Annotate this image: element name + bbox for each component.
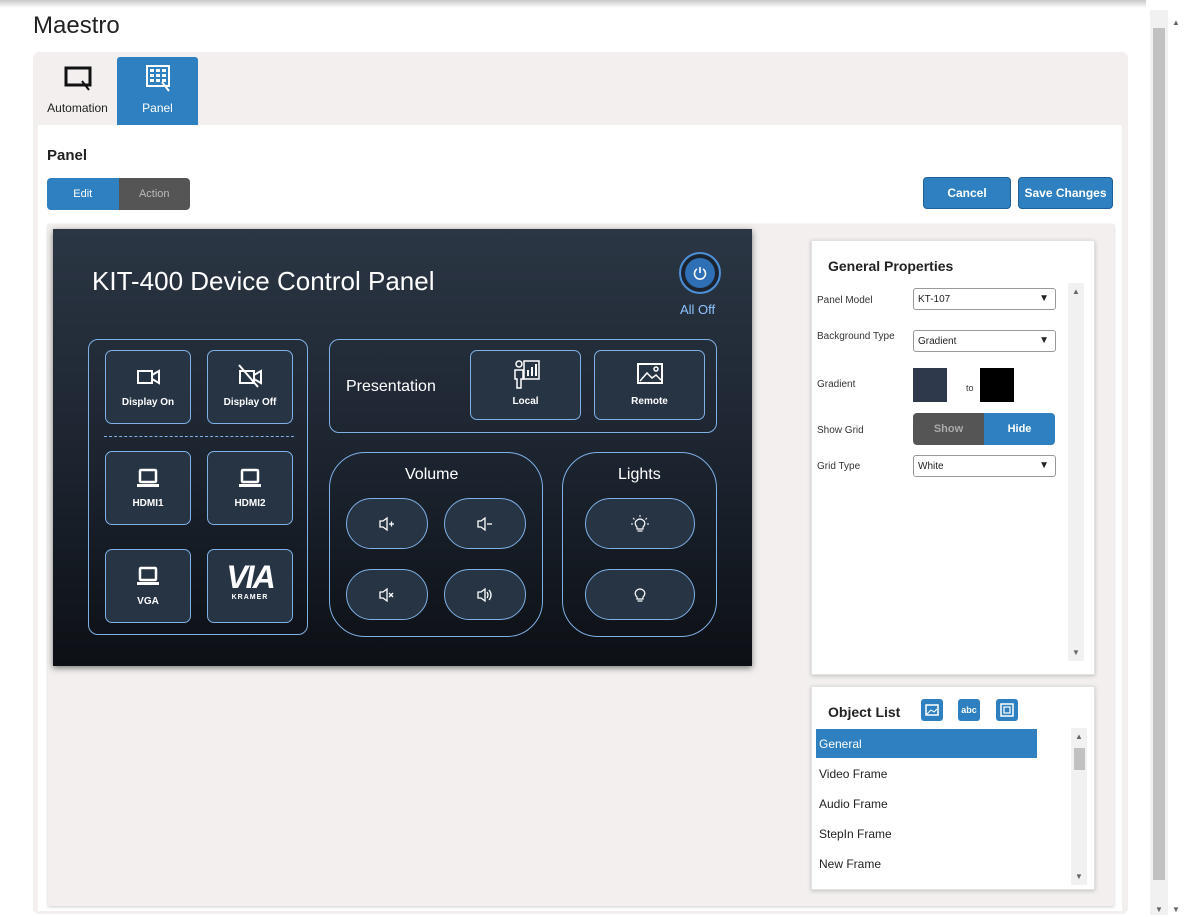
gradient-label: Gradient <box>817 379 856 390</box>
grid-type-select[interactable]: White ▼ <box>913 455 1056 477</box>
grid-type-label: Grid Type <box>817 461 861 472</box>
volume-down-icon <box>477 516 492 531</box>
hdmi2-button[interactable]: HDMI2 <box>207 451 293 525</box>
laptop-icon <box>137 566 159 585</box>
monitor-pointer-icon <box>64 66 91 91</box>
vga-label: VGA <box>137 596 159 607</box>
display-on-label: Display On <box>121 397 175 408</box>
image-icon <box>636 363 663 384</box>
scroll-down-arrow-icon[interactable]: ▼ <box>1072 648 1080 657</box>
edit-mode-button[interactable]: Edit <box>47 178 119 210</box>
scroll-up-arrow-icon[interactable]: ▲ <box>1072 287 1080 296</box>
object-list-title: Object List <box>828 704 901 720</box>
app-title: Maestro <box>33 12 120 39</box>
volume-on-icon <box>477 587 492 602</box>
grid-type-value: White <box>918 461 944 472</box>
power-icon <box>693 267 707 280</box>
dropdown-arrow-icon: ▼ <box>1039 460 1049 471</box>
device-title[interactable]: KIT-400 Device Control Panel <box>92 266 435 297</box>
all-off-button[interactable] <box>679 252 721 294</box>
object-list-item[interactable]: Audio Frame <box>816 789 1037 818</box>
laptop-icon <box>137 468 159 487</box>
grid-panel-icon <box>145 65 170 92</box>
laptop-icon <box>239 468 261 487</box>
volume-up-button[interactable] <box>346 498 428 549</box>
local-label: Local <box>512 396 539 407</box>
scroll-up-arrow-icon[interactable]: ▲ <box>1075 732 1083 741</box>
mode-toggle: Edit Action <box>47 178 190 210</box>
display-off-label: Display Off <box>223 397 277 408</box>
vga-button[interactable]: VGA <box>105 549 191 623</box>
gradient-from-swatch[interactable] <box>913 368 947 402</box>
object-list-item[interactable]: General <box>816 729 1037 758</box>
hdmi1-button[interactable]: HDMI1 <box>105 451 191 525</box>
lights-label: Lights <box>618 466 661 483</box>
tab-automation[interactable]: Automation <box>37 57 118 125</box>
background-type-value: Gradient <box>918 336 957 347</box>
scroll-down-arrow-icon[interactable]: ▼ <box>1075 872 1083 881</box>
general-properties-title: General Properties <box>828 258 954 274</box>
add-frame-icon[interactable] <box>996 699 1018 721</box>
display-on-button[interactable]: Display On <box>105 350 191 424</box>
volume-down-button[interactable] <box>444 498 526 549</box>
action-mode-button[interactable]: Action <box>118 178 190 210</box>
tab-automation-label: Automation <box>47 101 108 115</box>
hdmi1-label: HDMI1 <box>132 498 164 509</box>
gradient-to-label: to <box>966 383 974 393</box>
gradient-to-swatch[interactable] <box>980 368 1014 402</box>
camera-off-icon <box>238 364 262 388</box>
video-frame-divider <box>104 436 294 437</box>
via-logo: VIA <box>226 559 275 595</box>
via-sub-label: KRAMER <box>231 594 269 601</box>
bulb-off-icon <box>634 587 646 602</box>
object-list-item[interactable]: StepIn Frame <box>816 819 1037 848</box>
scroll-down-arrow-icon[interactable]: ▼ <box>1155 905 1163 914</box>
presenter-icon <box>513 360 540 389</box>
volume-label: Volume <box>405 466 459 483</box>
lights-off-button[interactable] <box>585 569 695 620</box>
dropdown-arrow-icon: ▼ <box>1039 335 1049 346</box>
display-off-button[interactable]: Display Off <box>207 350 293 424</box>
dropdown-arrow-icon: ▼ <box>1039 293 1049 304</box>
object-list-scroll-thumb[interactable] <box>1074 748 1085 770</box>
mute-button[interactable] <box>346 569 428 620</box>
save-changes-button[interactable]: Save Changes <box>1018 177 1113 209</box>
object-list-item[interactable]: New Frame <box>816 849 1037 878</box>
tab-panel-label: Panel <box>142 101 173 115</box>
show-grid-hide-button[interactable]: Hide <box>984 413 1055 445</box>
page-scroll-thumb[interactable] <box>1153 28 1165 880</box>
all-off-label: All Off <box>680 302 716 317</box>
bulb-on-icon <box>631 514 649 532</box>
add-text-icon[interactable]: abc <box>958 699 980 721</box>
scroll-up-arrow-icon[interactable]: ▲ <box>1172 18 1180 27</box>
via-button[interactable]: VIA KRAMER <box>207 549 293 623</box>
top-border <box>0 0 1146 8</box>
background-type-label: Background Type <box>817 331 895 342</box>
panel-model-label: Panel Model <box>817 295 873 306</box>
panel-model-value: KT-107 <box>918 294 951 305</box>
panel-heading: Panel <box>47 147 88 164</box>
show-grid-show-button[interactable]: Show <box>913 413 984 445</box>
panel-model-select[interactable]: KT-107 ▼ <box>913 288 1056 310</box>
tab-panel[interactable]: Panel <box>117 57 198 125</box>
volume-up-icon <box>379 516 394 531</box>
hdmi2-label: HDMI2 <box>234 498 266 509</box>
properties-scrollbar[interactable]: ▲ ▼ <box>1068 283 1084 661</box>
add-image-icon[interactable] <box>921 699 943 721</box>
lights-on-button[interactable] <box>585 498 695 549</box>
unmute-button[interactable] <box>444 569 526 620</box>
show-grid-label: Show Grid <box>817 425 864 436</box>
presentation-label: Presentation <box>346 378 436 395</box>
local-button[interactable]: Local <box>470 350 581 420</box>
background-type-select[interactable]: Gradient ▼ <box>913 330 1056 352</box>
scroll-down-arrow-icon[interactable]: ▼ <box>1172 905 1180 914</box>
remote-label: Remote <box>631 396 668 407</box>
camera-icon <box>137 369 160 385</box>
object-list-item[interactable]: Video Frame <box>816 759 1037 788</box>
remote-button[interactable]: Remote <box>594 350 705 420</box>
show-grid-toggle: Show Hide <box>913 413 1055 445</box>
volume-mute-icon <box>379 587 394 602</box>
cancel-button[interactable]: Cancel <box>923 177 1011 209</box>
app-window: Maestro Automation Panel Panel Edit Acti… <box>0 0 1184 917</box>
